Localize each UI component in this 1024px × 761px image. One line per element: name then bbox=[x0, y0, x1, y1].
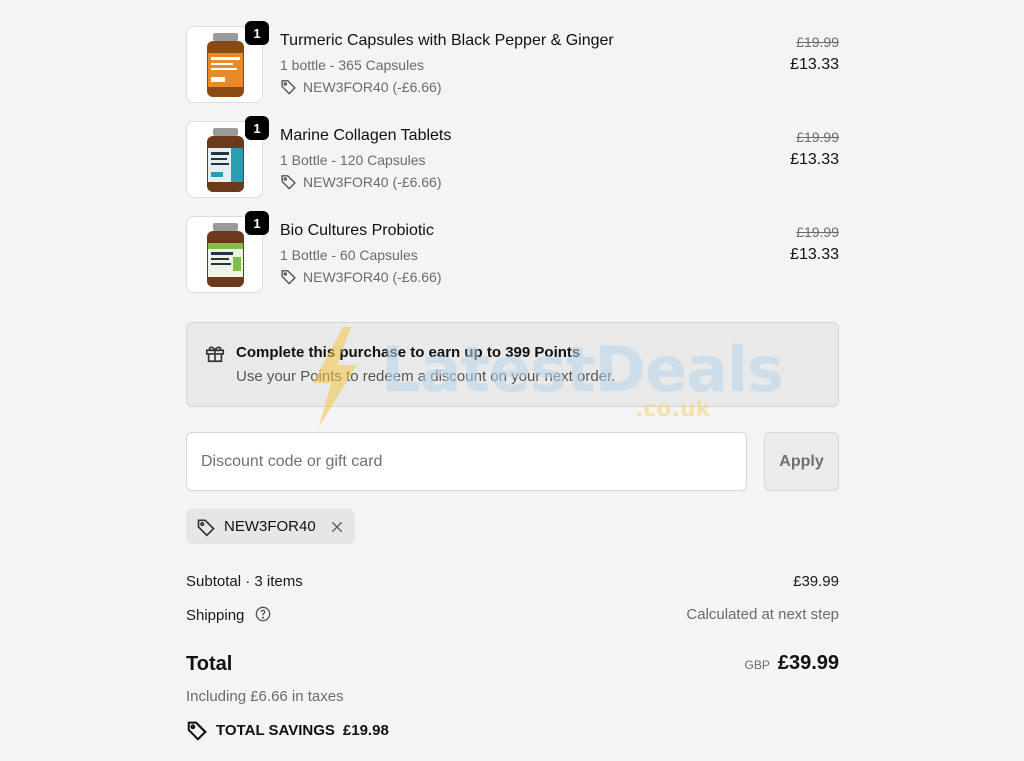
savings-label: TOTAL SAVINGS bbox=[216, 721, 335, 739]
remove-discount-button[interactable] bbox=[329, 519, 345, 535]
total-savings: TOTAL SAVINGS £19.98 bbox=[186, 719, 389, 741]
quantity-badge: 1 bbox=[245, 211, 269, 235]
apply-button[interactable]: Apply bbox=[764, 432, 839, 491]
subtotal-label: Subtotal · 3 items bbox=[186, 573, 303, 590]
tax-note: Including £6.66 in taxes bbox=[186, 688, 344, 705]
discounted-price: £13.33 bbox=[790, 246, 839, 263]
original-price: £19.99 bbox=[796, 129, 839, 145]
product-name: Bio Cultures Probiotic bbox=[280, 222, 434, 239]
product-name: Marine Collagen Tablets bbox=[280, 127, 452, 144]
total-value: £39.99 bbox=[777, 652, 839, 674]
applied-code: NEW3FOR40 bbox=[224, 518, 316, 535]
applied-discount-chip: NEW3FOR40 bbox=[186, 509, 355, 544]
tag-icon bbox=[281, 175, 296, 190]
shipping-row: Shipping Calculated at next step bbox=[186, 606, 839, 624]
discount-code-input[interactable] bbox=[186, 432, 747, 491]
tag-icon bbox=[281, 80, 296, 95]
gift-icon bbox=[205, 346, 225, 363]
item-discount: NEW3FOR40 (-£6.66) bbox=[280, 173, 441, 190]
original-price: £19.99 bbox=[796, 224, 839, 240]
original-price: £19.99 bbox=[796, 34, 839, 50]
total-label: Total bbox=[186, 653, 233, 675]
points-subtitle: Use your Points to redeem a discount on … bbox=[236, 368, 616, 385]
tag-icon bbox=[281, 270, 296, 285]
line-item: 1 Turmeric Capsules with Black Pepper & … bbox=[186, 21, 839, 121]
discounted-price: £13.33 bbox=[790, 56, 839, 73]
total-amount: GBP £39.99 bbox=[744, 652, 839, 675]
item-discount-text: NEW3FOR40 (-£6.66) bbox=[303, 173, 442, 190]
help-icon[interactable] bbox=[255, 606, 271, 622]
product-variant: 1 Bottle - 60 Capsules bbox=[280, 247, 418, 263]
points-title: Complete this purchase to earn up to 399… bbox=[236, 344, 581, 361]
close-icon bbox=[331, 521, 343, 532]
points-banner: Complete this purchase to earn up to 399… bbox=[186, 322, 839, 407]
item-discount: NEW3FOR40 (-£6.66) bbox=[280, 268, 441, 285]
line-item: 1 Marine Collagen Tablets 1 Bottle - 120… bbox=[186, 116, 839, 216]
line-item: 1 Bio Cultures Probiotic 1 Bottle - 60 C… bbox=[186, 211, 839, 311]
quantity-badge: 1 bbox=[245, 116, 269, 140]
quantity-badge: 1 bbox=[245, 21, 269, 45]
discounted-price: £13.33 bbox=[790, 151, 839, 168]
subtotal-row: Subtotal · 3 items £39.99 bbox=[186, 573, 839, 590]
subtotal-value: £39.99 bbox=[793, 573, 839, 590]
item-discount-text: NEW3FOR40 (-£6.66) bbox=[303, 78, 442, 95]
shipping-value: Calculated at next step bbox=[686, 606, 839, 623]
product-variant: 1 bottle - 365 Capsules bbox=[280, 57, 424, 73]
tag-icon bbox=[187, 721, 207, 741]
savings-value: £19.98 bbox=[342, 721, 389, 739]
currency-code: GBP bbox=[744, 658, 770, 672]
product-name: Turmeric Capsules with Black Pepper & Gi… bbox=[280, 32, 614, 49]
product-variant: 1 Bottle - 120 Capsules bbox=[280, 152, 426, 168]
item-discount: NEW3FOR40 (-£6.66) bbox=[280, 78, 441, 95]
tag-icon bbox=[197, 519, 215, 537]
item-discount-text: NEW3FOR40 (-£6.66) bbox=[303, 268, 442, 285]
shipping-label: Shipping bbox=[186, 607, 245, 624]
